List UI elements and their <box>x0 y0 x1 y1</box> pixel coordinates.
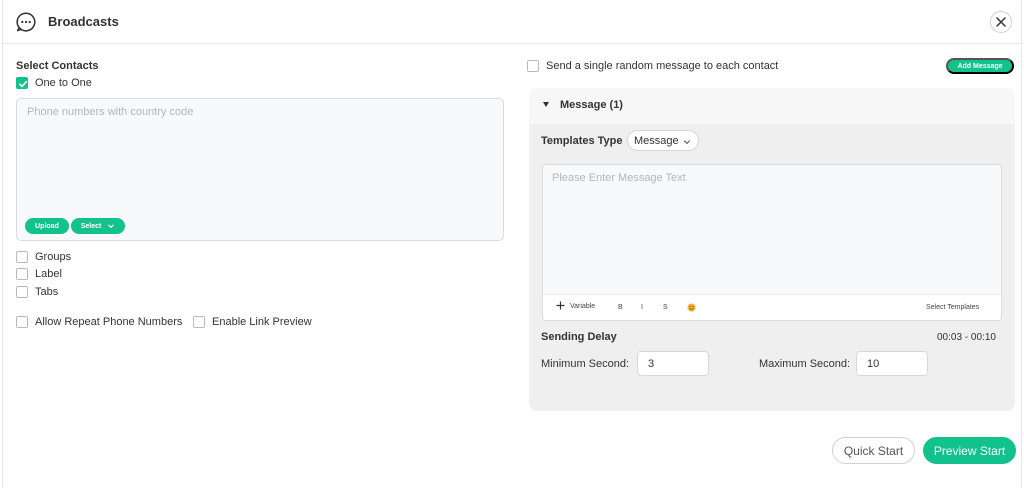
broadcasts-window: Broadcasts Select Contacts One to One Up… <box>2 0 1023 488</box>
link-preview-label: Enable Link Preview <box>212 316 312 328</box>
message-panel: Message (1) Templates Type Message Varia… <box>529 88 1015 411</box>
one-to-one-option[interactable]: One to One <box>16 77 92 89</box>
checkmark-icon <box>19 80 28 88</box>
templates-type-label: Templates Type <box>541 135 623 147</box>
close-button[interactable] <box>990 11 1012 33</box>
groups-checkbox[interactable] <box>16 251 28 263</box>
link-preview-option[interactable]: Enable Link Preview <box>193 316 312 328</box>
variable-label: Variable <box>569 303 596 310</box>
message-text-input[interactable] <box>543 165 1001 293</box>
bold-button[interactable]: B <box>618 304 623 311</box>
message-panel-header[interactable]: Message (1) <box>529 88 1015 124</box>
maximum-second-label: Maximum Second: <box>759 358 851 370</box>
add-variable-button[interactable]: Variable <box>556 300 595 311</box>
minimum-second-input[interactable] <box>637 351 709 376</box>
strikethrough-button[interactable]: S <box>663 304 668 311</box>
page-title: Broadcasts <box>48 14 119 29</box>
add-message-button[interactable]: Add Message <box>946 58 1014 74</box>
select-templates-button[interactable]: Select Templates <box>926 304 979 311</box>
close-icon <box>996 17 1006 27</box>
label-option[interactable]: Label <box>16 268 62 280</box>
maximum-second-input[interactable] <box>856 351 928 376</box>
caret-down-icon <box>543 102 549 107</box>
label-label: Label <box>35 268 62 280</box>
sending-delay-range: 00:03 - 00:10 <box>937 332 996 343</box>
sending-delay-label: Sending Delay <box>541 331 617 343</box>
one-to-one-label: One to One <box>35 77 92 89</box>
templates-type-value: Message <box>634 134 679 147</box>
select-button-label: Select <box>80 222 102 230</box>
phone-numbers-input[interactable] <box>17 99 503 211</box>
preview-start-button[interactable]: Preview Start <box>923 437 1016 464</box>
quick-start-button[interactable]: Quick Start <box>832 437 915 464</box>
upload-button[interactable]: Upload <box>25 218 69 234</box>
italic-button[interactable]: I <box>641 304 643 311</box>
random-message-checkbox[interactable] <box>527 60 539 72</box>
allow-repeat-label: Allow Repeat Phone Numbers <box>35 316 183 328</box>
random-message-option[interactable]: Send a single random message to each con… <box>527 60 778 72</box>
phone-numbers-box: Upload Select <box>16 98 504 241</box>
groups-option[interactable]: Groups <box>16 251 71 263</box>
random-message-label: Send a single random message to each con… <box>546 60 779 72</box>
minimum-second-label: Minimum Second: <box>541 358 630 370</box>
message-panel-title: Message (1) <box>560 99 623 111</box>
one-to-one-checkbox[interactable] <box>16 77 28 89</box>
header: Broadcasts <box>3 0 1023 44</box>
message-toolbar: Variable B I S Select Templates <box>543 294 1001 320</box>
select-dropdown-button[interactable]: Select <box>71 218 125 234</box>
templates-type-select[interactable]: Message <box>627 130 699 151</box>
link-preview-checkbox[interactable] <box>193 316 205 328</box>
groups-label: Groups <box>35 251 72 263</box>
chat-bubble-dots-icon <box>15 11 37 33</box>
message-text-box: Variable B I S Select Templates <box>542 164 1002 321</box>
select-contacts-label: Select Contacts <box>16 60 99 72</box>
tabs-label: Tabs <box>35 286 59 298</box>
chevron-down-icon <box>108 224 115 229</box>
label-checkbox[interactable] <box>16 268 28 280</box>
emoji-icon[interactable] <box>687 303 696 314</box>
chevron-down-icon <box>683 140 691 145</box>
plus-icon <box>556 301 565 310</box>
tabs-checkbox[interactable] <box>16 286 28 298</box>
allow-repeat-option[interactable]: Allow Repeat Phone Numbers <box>16 316 182 328</box>
tabs-option[interactable]: Tabs <box>16 286 58 298</box>
allow-repeat-checkbox[interactable] <box>16 316 28 328</box>
